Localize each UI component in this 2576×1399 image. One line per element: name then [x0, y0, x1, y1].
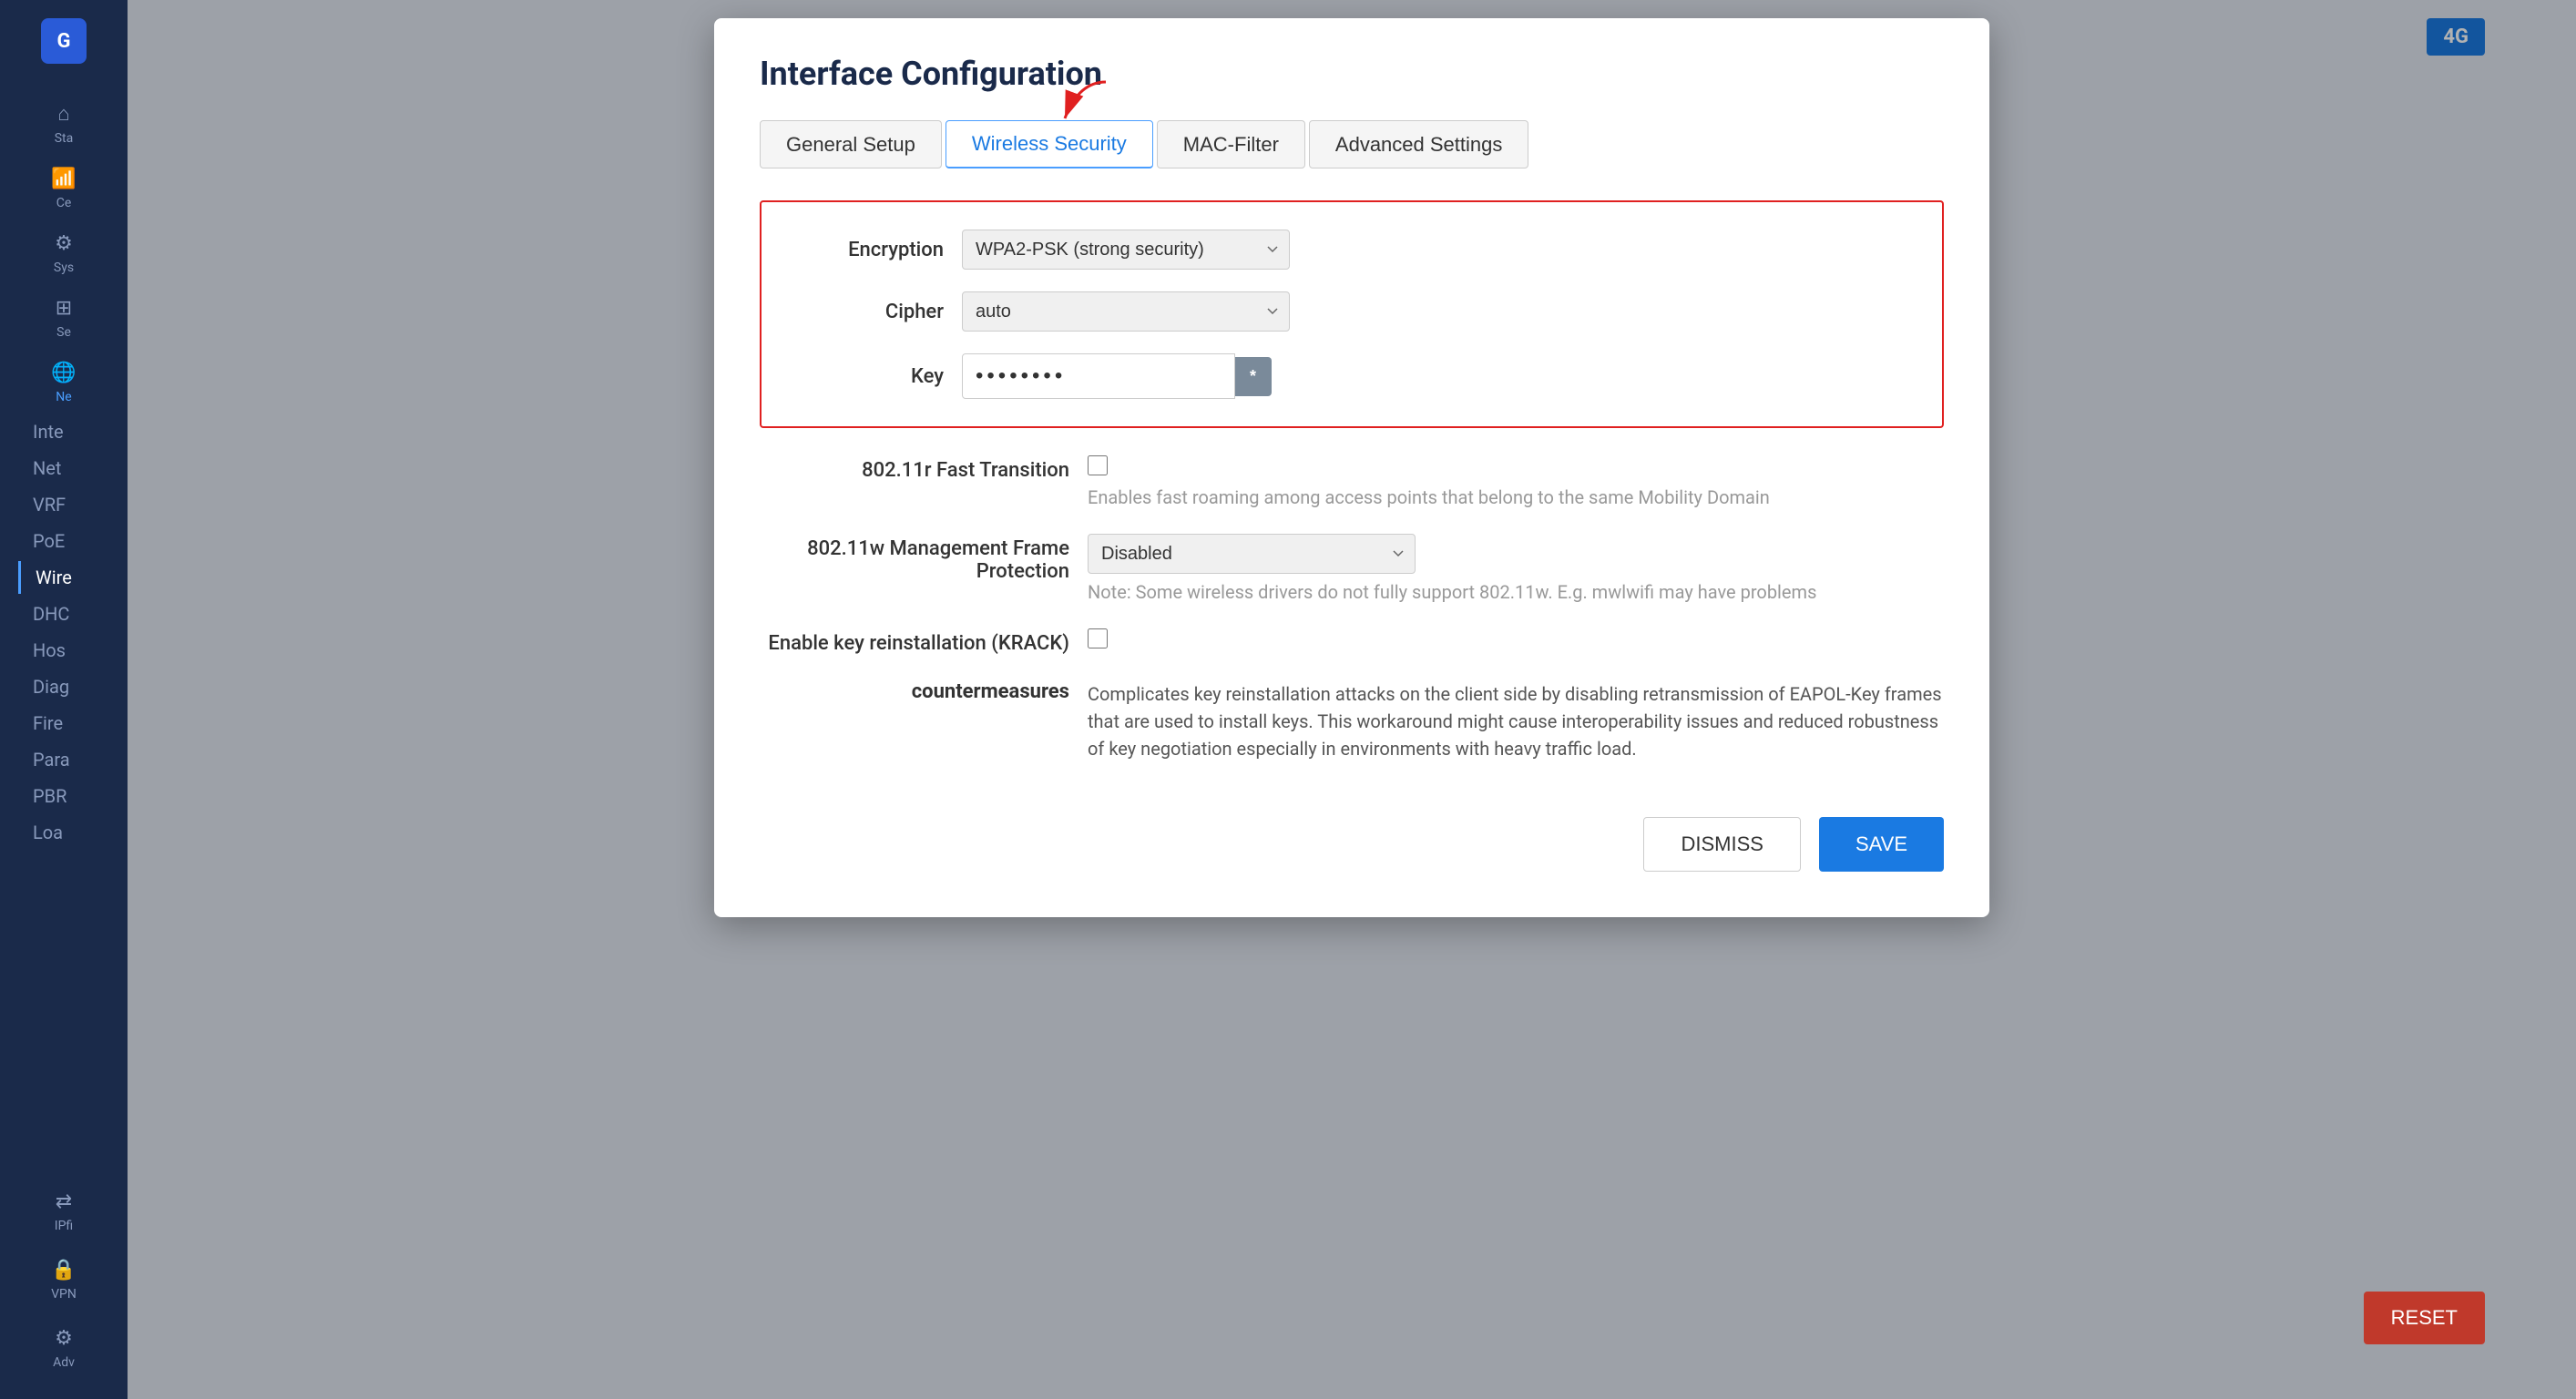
krack-checkbox[interactable]: [1088, 628, 1108, 648]
gear-icon: ⚙: [55, 232, 73, 255]
tab-advanced[interactable]: Advanced Settings: [1309, 120, 1528, 168]
sidebar-subitem-dhcp[interactable]: DHC: [18, 597, 128, 630]
key-toggle-button[interactable]: *: [1235, 357, 1272, 396]
sidebar-subitem-interfaces[interactable]: Inte: [18, 415, 128, 448]
sidebar-label-network: Ne: [56, 390, 71, 404]
modal: Interface Configuration General Setup Wi…: [714, 18, 1989, 917]
sidebar-subitem-load[interactable]: Loa: [18, 816, 128, 849]
key-label: Key: [798, 365, 944, 388]
tab-mac-filter[interactable]: MAC-Filter: [1157, 120, 1305, 168]
encryption-label: Encryption: [798, 239, 944, 261]
sidebar-subitem-vrf[interactable]: VRF: [18, 488, 128, 521]
sidebar-item-advanced-routing[interactable]: ⚙ Adv: [0, 1316, 128, 1381]
encryption-select[interactable]: WPA2-PSK (strong security) WPA-PSK None: [962, 230, 1290, 270]
sidebar-subitems: Inte Net VRF PoE Wire DHC Hos Diag Fire …: [0, 415, 128, 849]
security-section: Encryption WPA2-PSK (strong security) WP…: [760, 200, 1944, 428]
management-frame-select[interactable]: Disabled Optional Required: [1088, 534, 1416, 574]
cipher-row: Cipher auto CCMP (AES) TKIP: [798, 291, 1906, 332]
fast-transition-checkbox[interactable]: [1088, 455, 1108, 475]
tab-wireless-security[interactable]: Wireless Security: [946, 120, 1153, 168]
tab-general[interactable]: General Setup: [760, 120, 942, 168]
countermeasures-text: Complicates key reinstallation attacks o…: [1088, 680, 1944, 762]
sidebar-label-status: Sta: [55, 131, 74, 146]
sidebar-subitem-poe[interactable]: PoE: [18, 525, 128, 557]
krack-label: Enable key reinstallation (KRACK): [760, 628, 1069, 655]
fast-transition-row: 802.11r Fast Transition Enables fast roa…: [760, 455, 1944, 508]
sidebar-item-system[interactable]: ⚙ Sys: [0, 221, 128, 286]
sidebar-item-cellular[interactable]: 📶 Ce: [0, 157, 128, 221]
modal-title: Interface Configuration: [760, 55, 1944, 93]
reset-button[interactable]: RESET: [2364, 1292, 2485, 1344]
sidebar-item-network[interactable]: 🌐 Ne: [0, 351, 128, 415]
cipher-select[interactable]: auto CCMP (AES) TKIP: [962, 291, 1290, 332]
countermeasures-row: countermeasures Complicates key reinstal…: [760, 680, 1944, 762]
sidebar-subitem-firewall[interactable]: Fire: [18, 707, 128, 740]
dismiss-button[interactable]: DISMISS: [1643, 817, 1800, 872]
countermeasures-label: countermeasures: [760, 680, 1069, 703]
sidebar-label-services: Se: [56, 325, 71, 340]
bar-icon: 📶: [51, 168, 76, 190]
sidebar-item-services[interactable]: ⊞ Se: [0, 286, 128, 351]
main-content: 4G Interface Configuration General Setup: [128, 0, 2576, 1399]
lock-icon: 🔒: [51, 1259, 76, 1282]
share-icon: ⇄: [56, 1190, 72, 1213]
modal-footer: DISMISS SAVE: [760, 817, 1944, 872]
key-input-group: *: [962, 353, 1272, 399]
encryption-row: Encryption WPA2-PSK (strong security) WP…: [798, 230, 1906, 270]
key-row: Key *: [798, 353, 1906, 399]
key-input[interactable]: [962, 353, 1235, 399]
fast-transition-label: 802.11r Fast Transition: [760, 455, 1069, 482]
sidebar-label-system: Sys: [54, 260, 74, 275]
sidebar-subitem-diagnostics[interactable]: Diag: [18, 670, 128, 703]
management-frame-label: 802.11w Management Frame Protection: [760, 534, 1069, 583]
sidebar-subitem-wireless[interactable]: Wire: [18, 561, 128, 594]
sidebar-label-cellular: Ce: [56, 196, 72, 210]
sidebar-item-vpn[interactable]: 🔒 VPN: [0, 1248, 128, 1312]
globe-icon: 🌐: [51, 362, 76, 384]
management-frame-hint: Note: Some wireless drivers do not fully…: [1088, 581, 1816, 603]
management-frame-row: 802.11w Management Frame Protection Disa…: [760, 534, 1944, 603]
save-button[interactable]: SAVE: [1819, 817, 1944, 872]
sidebar-subitem-params[interactable]: Para: [18, 743, 128, 776]
grid-icon: ⊞: [56, 297, 72, 320]
sidebar: G ⌂ Sta 📶 Ce ⚙ Sys ⊞ Se 🌐 Ne Inte Net VR…: [0, 0, 128, 1399]
sidebar-logo: G: [41, 18, 87, 64]
tab-bar: General Setup Wireless Security MAC-Filt…: [760, 120, 1944, 168]
home-icon: ⌂: [57, 102, 69, 126]
modal-backdrop: Interface Configuration General Setup Wi…: [128, 0, 2576, 1399]
sidebar-subitem-hosts[interactable]: Hos: [18, 634, 128, 667]
sidebar-item-status[interactable]: ⌂ Sta: [0, 91, 128, 157]
fast-transition-hint: Enables fast roaming among access points…: [1088, 486, 1770, 508]
sidebar-subitem-pbr[interactable]: PBR: [18, 780, 128, 812]
sidebar-item-ipfilter[interactable]: ⇄ IPfi: [0, 1179, 128, 1244]
advanced-routing-icon: ⚙: [55, 1327, 73, 1350]
krack-row: Enable key reinstallation (KRACK): [760, 628, 1944, 655]
sidebar-subitem-network[interactable]: Net: [18, 452, 128, 485]
cipher-label: Cipher: [798, 301, 944, 323]
